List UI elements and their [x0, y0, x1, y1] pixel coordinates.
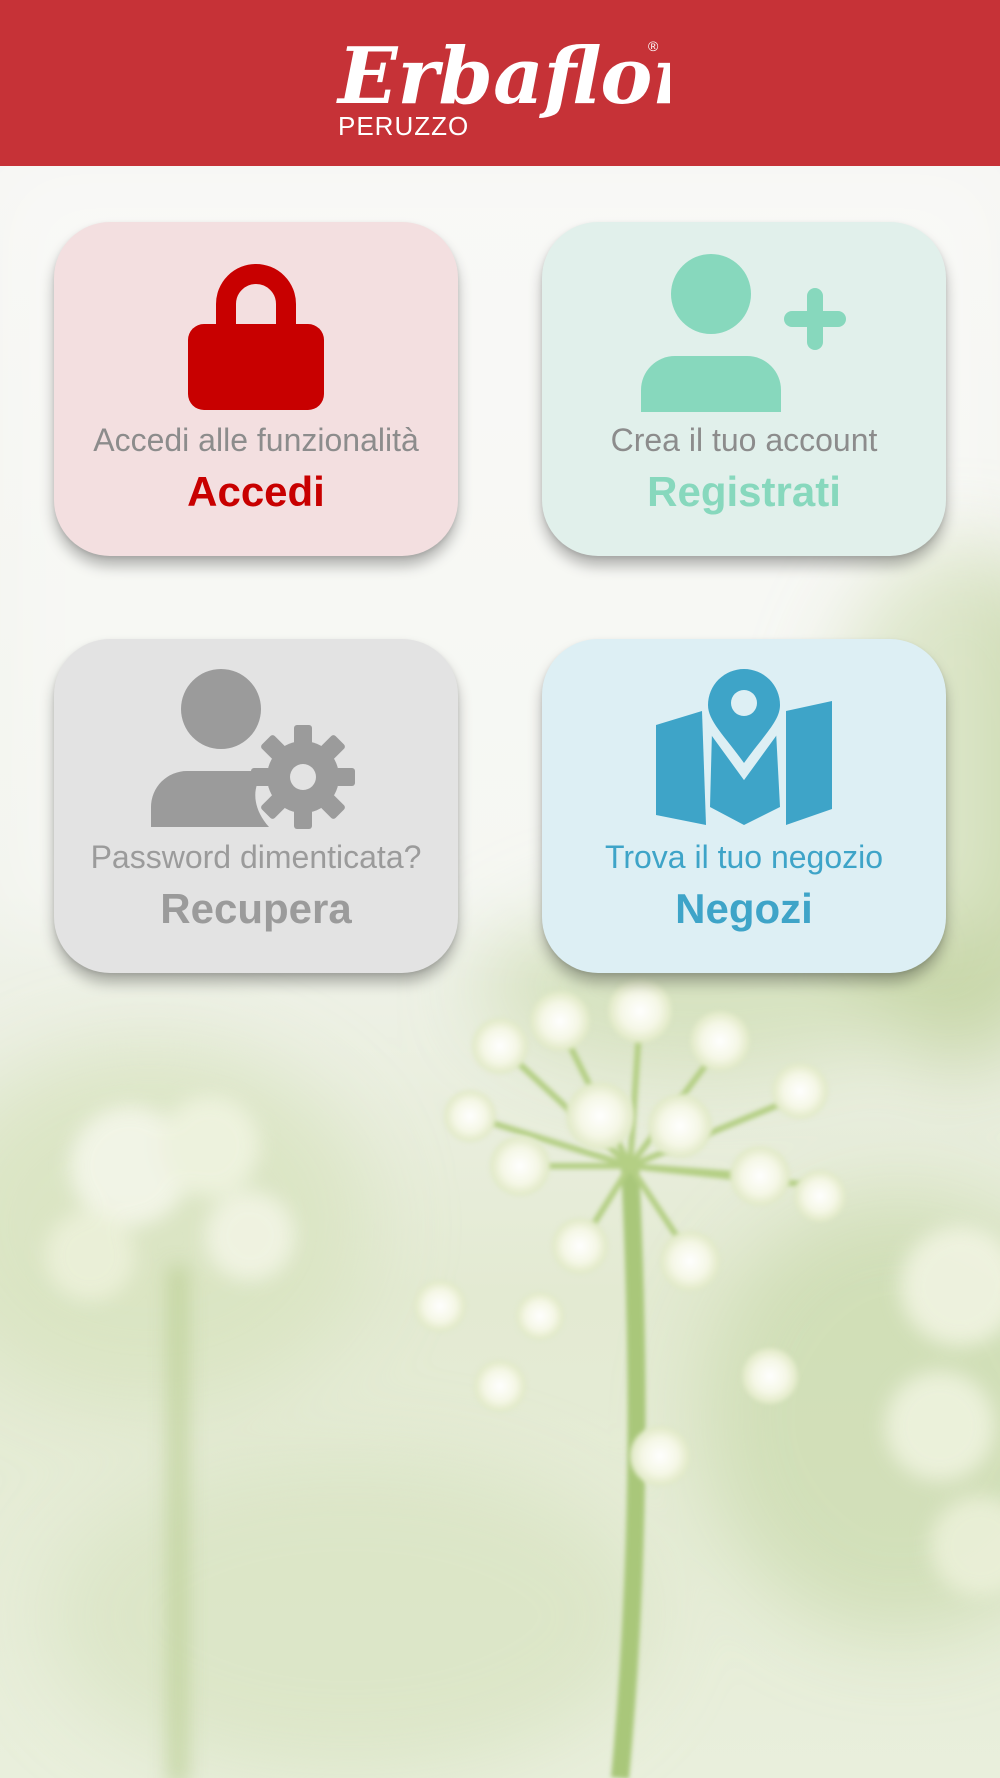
stores-card[interactable]: Trova il tuo negozio Negozi [542, 639, 946, 973]
logo-wordmark: Erbaflor [336, 31, 670, 122]
register-title: Registrati [647, 468, 841, 515]
add-user-icon [542, 252, 946, 412]
map-pin-icon [542, 669, 946, 829]
user-gear-icon [54, 669, 458, 829]
erbaflor-logo: Erbaflor PERUZZO ® [330, 23, 670, 143]
stores-subtitle: Trova il tuo negozio [604, 839, 884, 875]
logo-registered-mark: ® [648, 38, 659, 54]
register-card[interactable]: Crea il tuo account Registrati [542, 222, 946, 556]
recover-title: Recupera [160, 885, 352, 932]
login-card[interactable]: Accedi alle funzionalità Accedi [54, 222, 458, 556]
lock-icon [54, 252, 458, 412]
stores-title: Negozi [675, 885, 813, 932]
logo-subtext: PERUZZO [338, 111, 469, 141]
login-subtitle: Accedi alle funzionalità [93, 422, 419, 458]
recover-password-card[interactable]: Password dimenticata? Recupera [54, 639, 458, 973]
app-header: Erbaflor PERUZZO ® [0, 0, 1000, 166]
recover-subtitle: Password dimenticata? [90, 839, 422, 875]
login-title: Accedi [187, 468, 325, 515]
register-subtitle: Crea il tuo account [610, 422, 878, 458]
